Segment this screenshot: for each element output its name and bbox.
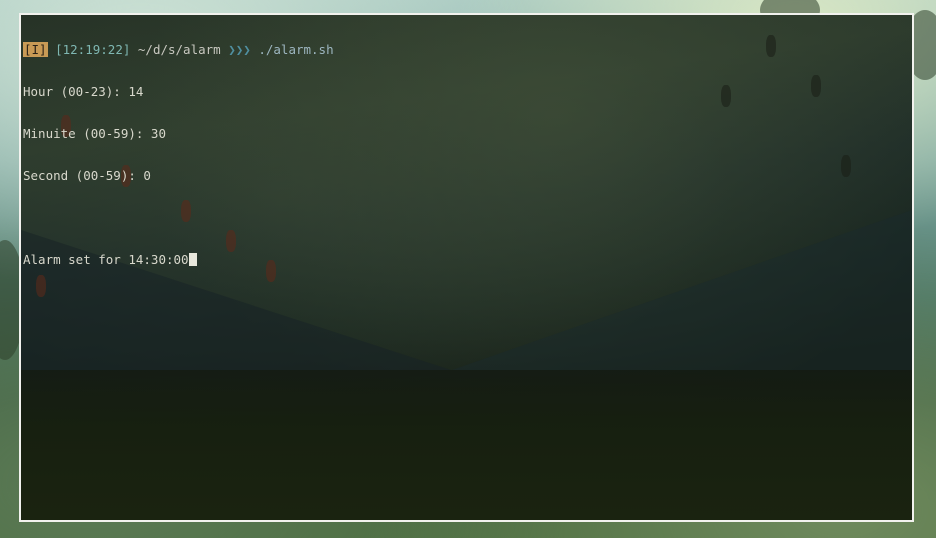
output-line-alarm-set: Alarm set for 14:30:00 bbox=[23, 253, 912, 267]
prompt-time: [12:19:22] bbox=[55, 42, 131, 57]
output-line-second: Second (00-59): 0 bbox=[23, 168, 151, 183]
terminal-window[interactable]: [I] [12:19:22] ~/d/s/alarm ❯❯❯ ./alarm.s… bbox=[19, 13, 914, 522]
alarm-set-text: Alarm set for 14:30:00 bbox=[23, 252, 189, 267]
desktop: { "terminal": { "prompt": { "mode": "[I]… bbox=[0, 0, 936, 538]
vi-mode-badge: [I] bbox=[23, 42, 48, 57]
prompt-command: ./alarm.sh bbox=[258, 42, 334, 57]
text-cursor[interactable] bbox=[188, 253, 197, 266]
prompt-arrows: ❯❯❯ bbox=[228, 42, 251, 57]
output-line-minute: Minuite (00-59): 30 bbox=[23, 126, 166, 141]
output-line-hour: Hour (00-23): 14 bbox=[23, 84, 144, 99]
terminal-output[interactable]: [I] [12:19:22] ~/d/s/alarm ❯❯❯ ./alarm.s… bbox=[23, 15, 912, 295]
prompt-path: ~/d/s/alarm bbox=[137, 42, 221, 57]
wallpaper-ground bbox=[21, 370, 912, 520]
output-line-blank bbox=[23, 211, 912, 225]
prompt-line: [I] [12:19:22] ~/d/s/alarm ❯❯❯ ./alarm.s… bbox=[23, 42, 912, 57]
